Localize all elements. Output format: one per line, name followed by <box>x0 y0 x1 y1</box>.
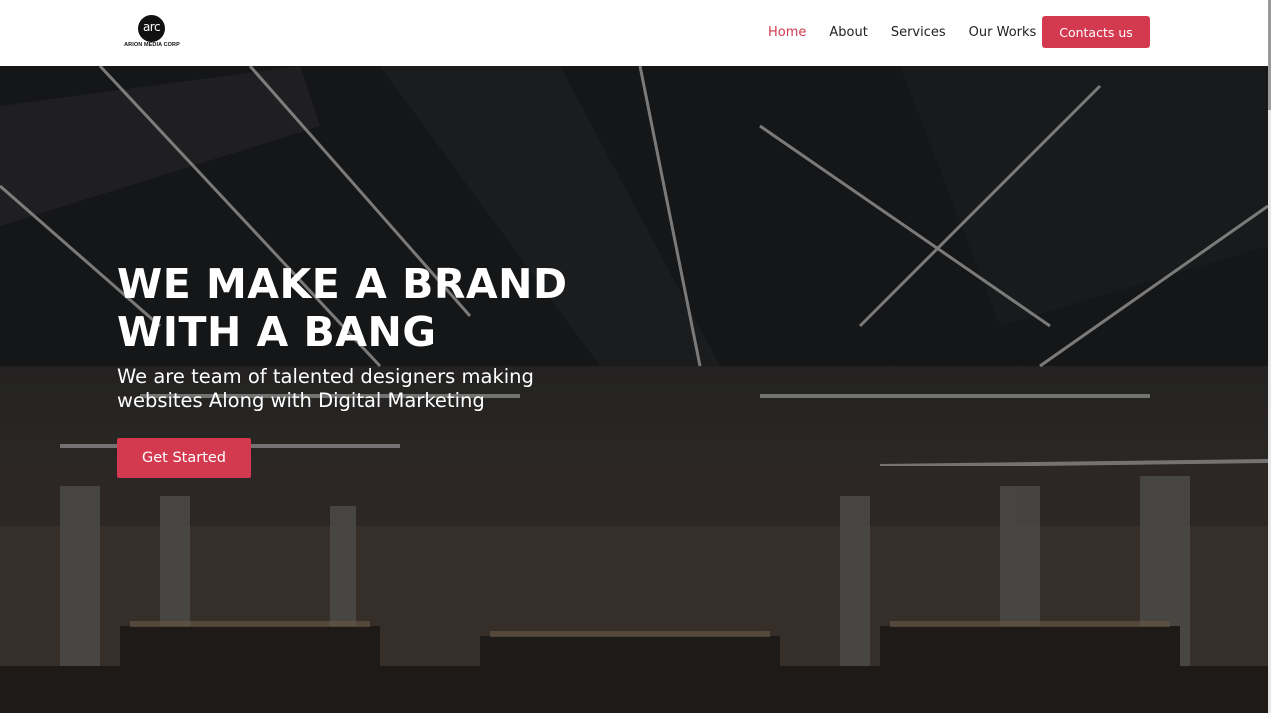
hero-title-line1: WE MAKE A BRAND <box>117 260 568 308</box>
site-header: arc ARION MEDIA CORP Home About Services… <box>0 0 1268 66</box>
hero-title-line2: WITH A BANG <box>117 308 437 356</box>
nav-item-our-works[interactable]: Our Works <box>969 24 1037 42</box>
hero-title: WE MAKE A BRAND WITH A BANG <box>117 260 637 356</box>
hero-subtitle-line1: We are team of talented designers making <box>117 365 534 388</box>
logo-mark-icon: arc <box>138 15 165 42</box>
get-started-button[interactable]: Get Started <box>117 438 251 478</box>
brand-logo[interactable]: arc ARION MEDIA CORP <box>117 15 187 51</box>
nav-item-home[interactable]: Home <box>768 24 806 42</box>
nav-item-about[interactable]: About <box>829 24 867 42</box>
nav-item-services[interactable]: Services <box>891 24 946 42</box>
main-nav: Home About Services Our Works <box>768 24 1059 42</box>
hero-section: WE MAKE A BRAND WITH A BANG We are team … <box>0 66 1268 713</box>
hero-subtitle-line2: websites Along with Digital Marketing <box>117 389 485 412</box>
contact-button[interactable]: Contacts us <box>1042 16 1150 48</box>
logo-text: ARION MEDIA CORP <box>124 42 180 48</box>
hero-subtitle: We are team of talented designers making… <box>117 365 557 413</box>
logo-mark-text: arc <box>142 20 161 34</box>
